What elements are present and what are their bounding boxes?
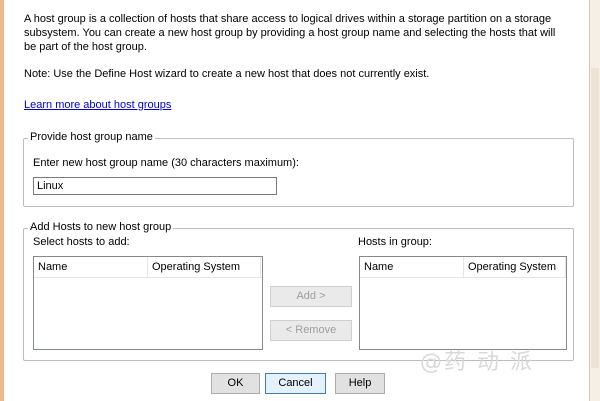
column-header-name[interactable]: Name (34, 257, 148, 277)
vertical-scrollbar[interactable] (589, 0, 600, 401)
column-header-operating-system[interactable]: Operating System (464, 257, 566, 277)
host-group-name-label: Enter new host group name (30 characters… (33, 157, 299, 169)
hosts-in-group-header: Name Operating System (360, 257, 566, 278)
host-group-name-groupbox: Provide host group name (23, 131, 574, 207)
cancel-button[interactable]: Cancel (265, 373, 326, 394)
learn-more-link[interactable]: Learn more about host groups (24, 99, 171, 111)
available-hosts-header: Name Operating System (34, 257, 262, 278)
hosts-in-group-label: Hosts in group: (358, 236, 432, 248)
intro-note: Note: Use the Define Host wizard to crea… (24, 68, 430, 80)
add-button[interactable]: Add > (270, 286, 352, 307)
host-group-name-legend: Provide host group name (28, 131, 155, 143)
help-button[interactable]: Help (335, 373, 385, 394)
host-group-name-input[interactable] (33, 177, 277, 195)
select-hosts-label: Select hosts to add: (33, 236, 130, 248)
available-hosts-list[interactable]: Name Operating System (33, 256, 263, 350)
ok-button[interactable]: OK (211, 373, 260, 394)
watermark-text: @药 动 派 (420, 350, 534, 375)
column-header-operating-system[interactable]: Operating System (148, 257, 261, 277)
column-header-name[interactable]: Name (360, 257, 464, 277)
hosts-in-group-list[interactable]: Name Operating System (359, 256, 567, 350)
add-hosts-legend: Add Hosts to new host group (28, 221, 174, 233)
remove-button[interactable]: < Remove (270, 320, 352, 341)
dialog-content: A host group is a collection of hosts th… (4, 0, 589, 401)
intro-description: A host group is a collection of hosts th… (24, 13, 556, 53)
scrollbar-thumb[interactable] (591, 68, 599, 368)
